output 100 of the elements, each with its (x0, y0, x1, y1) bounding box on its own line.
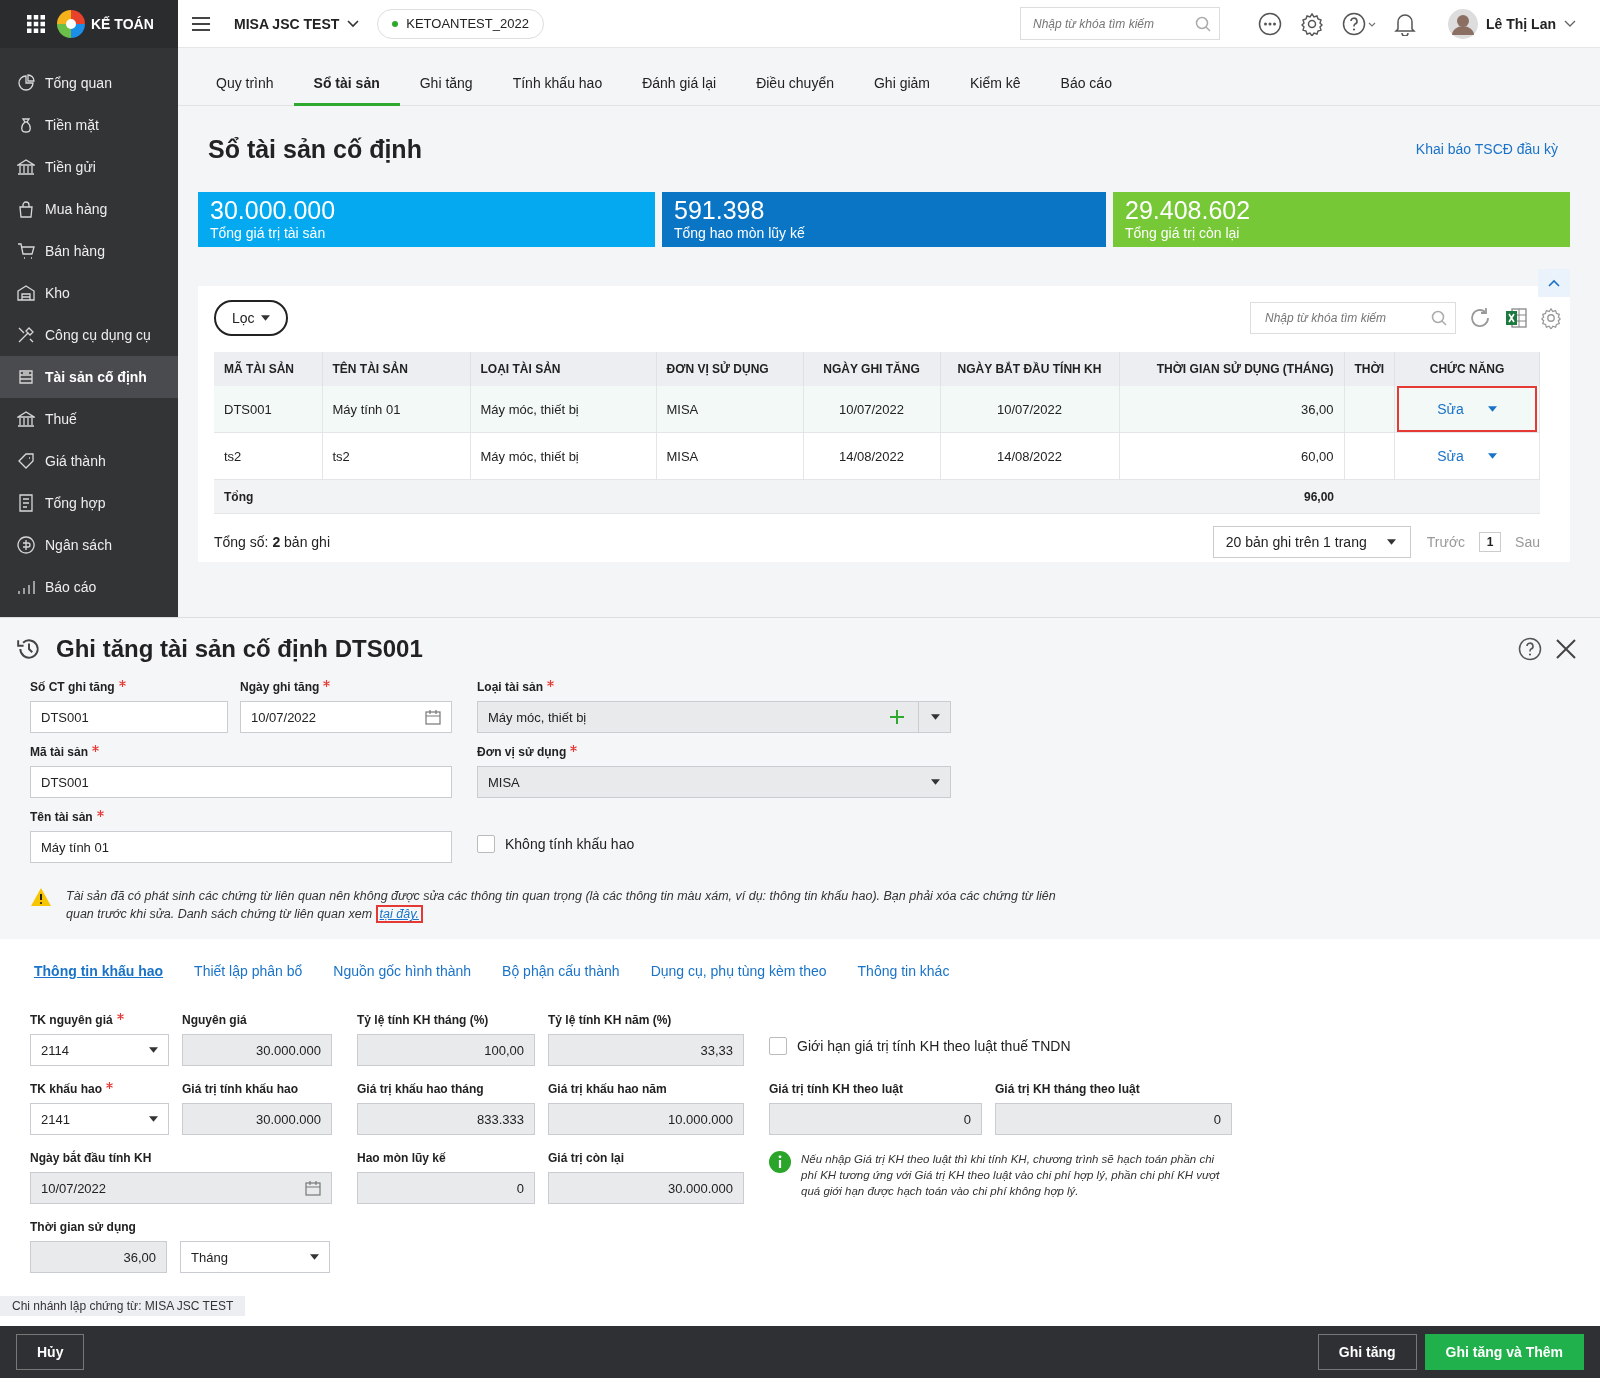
edit-link[interactable]: Sửa (1437, 401, 1464, 417)
caret-icon[interactable] (310, 1254, 319, 1260)
column-header: THỜI (1344, 352, 1395, 386)
caret-icon[interactable] (149, 1047, 158, 1053)
tab[interactable]: Thông tin khấu hao (34, 959, 164, 983)
pie-chart-icon (17, 74, 35, 92)
warning-message: Tài sản đã có phát sinh các chứng từ liên quan nên không được sửa các thông tin quan trọng (là các thông tin màu xám, ví dụ: thông tin khấu hao). Bạn phải xóa các chứng từ liên quan trước khi sửa. Danh sách chứng từ liên quan xem tại đây. (66, 888, 1057, 923)
tab[interactable]: Dụng cụ, phụ tùng kèm theo (650, 959, 827, 983)
filter-button[interactable]: Lọc (214, 300, 288, 336)
sidebar-item[interactable]: Tổng quan (0, 62, 178, 104)
footer-button[interactable]: Hủy (16, 1334, 85, 1370)
sidebar-item[interactable]: Bán hàng (0, 230, 178, 272)
tab[interactable]: Kiểm kê (950, 75, 1041, 106)
search-field[interactable]: Nhập từ khóa tìm kiếm (1250, 302, 1456, 334)
required-mark-icon (106, 1082, 113, 1089)
company-selector[interactable]: MISA JSC TEST (234, 15, 360, 32)
table-cell: ts2 (322, 432, 470, 480)
total-value: 96,00 (322, 479, 1344, 514)
history-icon[interactable] (16, 636, 42, 662)
chevron-down-icon[interactable] (347, 19, 360, 28)
field-label: Giá trị tính KH theo luật (769, 1082, 903, 1096)
close-icon[interactable] (1556, 639, 1576, 659)
sidebar-item[interactable]: Ngân sách (0, 524, 178, 566)
document-icon (17, 494, 35, 512)
cart-icon (17, 242, 35, 260)
calendar-icon[interactable] (425, 709, 441, 725)
spreadsheet-icon[interactable] (1504, 306, 1528, 330)
tab[interactable]: Tính khấu hao (492, 75, 623, 106)
field-label: Thời gian sử dụng (30, 1220, 136, 1234)
tab[interactable]: Nguồn gốc hình thành (333, 959, 472, 983)
tab[interactable]: Bộ phận cấu thành (502, 959, 620, 983)
field-label: Số CT ghi tăng (30, 680, 115, 694)
caret-icon[interactable] (1386, 539, 1396, 545)
help-icon[interactable] (1342, 11, 1376, 36)
record-count: Tổng số: 2 bản ghi (214, 534, 330, 550)
brand-name: KẾ TOÁN (91, 16, 154, 32)
tab[interactable]: Ghi tăng (399, 75, 493, 106)
date-field[interactable]: 10/07/2022 (240, 701, 452, 733)
sidebar-item[interactable]: Tổng hợp (0, 482, 178, 524)
bell-icon[interactable] (1394, 11, 1416, 36)
tab[interactable]: Điều chuyển (736, 75, 854, 106)
tab[interactable]: Ghi giảm (853, 75, 950, 106)
sidebar-item[interactable]: Kho (0, 272, 178, 314)
caret-icon[interactable] (149, 1116, 158, 1122)
dropdown-field[interactable]: 2141 (30, 1103, 169, 1135)
tab[interactable]: Thiết lập phân bổ (194, 959, 303, 983)
tab[interactable]: Sổ tài sản (293, 75, 400, 106)
more-icon[interactable] (1258, 11, 1282, 36)
menu-icon[interactable] (192, 16, 210, 31)
sidebar-item[interactable]: Giá thành (0, 440, 178, 482)
tab[interactable]: Thông tin khác (857, 959, 950, 983)
checkbox-label: Không tính khấu hao (505, 835, 635, 852)
column-header: ĐƠN VỊ SỬ DỤNG (656, 352, 803, 386)
declare-link[interactable]: Khai báo TSCĐ đầu kỳ (1415, 141, 1558, 157)
footer-button[interactable]: Ghi tăng (1317, 1334, 1417, 1370)
sidebar-item[interactable]: Mua hàng (0, 188, 178, 230)
info-note: Nếu nhập Giá trị KH theo luật thì khi tính KH, chương trình sẽ hạch toán phần chi phí KH tương ứng với Giá trị KH theo luật vào chi phí hợp lý, phần chi phí KH vượt quá giới hạn được hạch toán vào chi phí không hợp lý. (801, 1152, 1221, 1199)
dropdown-field[interactable]: 2114 (30, 1034, 169, 1066)
bank-icon (17, 410, 35, 428)
sidebar-item[interactable]: Báo cáo (0, 566, 178, 608)
edit-link[interactable]: Sửa (1437, 448, 1464, 464)
column-header: NGÀY GHI TĂNG (803, 352, 940, 386)
input-field[interactable]: DTS001 (30, 701, 228, 733)
field-label: Giá trị còn lại (548, 1151, 625, 1165)
search-input[interactable]: Nhập từ khóa tìm kiếm (1031, 15, 1195, 32)
sidebar-item[interactable]: Thuế (0, 398, 178, 440)
summary-card: 30.000.000 Tổng giá trị tài sản (198, 192, 655, 247)
search-input[interactable]: Nhập từ khóa tìm kiếm (1263, 310, 1431, 326)
checkbox[interactable] (477, 834, 495, 853)
tab[interactable]: Quy trình (196, 75, 294, 106)
help-icon[interactable] (1518, 637, 1542, 661)
tab[interactable]: Báo cáo (1040, 75, 1132, 106)
warning-icon (30, 887, 52, 907)
user-name[interactable]: Lê Thị Lan (1486, 15, 1556, 32)
sidebar-item[interactable]: Tiền gửi (0, 146, 178, 188)
table-cell: 14/08/2022 (803, 432, 940, 480)
page-size-select[interactable]: 20 bản ghi trên 1 trang (1212, 526, 1411, 558)
checkbox[interactable] (769, 1037, 787, 1055)
required-mark-icon (92, 745, 100, 752)
chevron-down-icon[interactable] (1564, 19, 1576, 28)
table-cell: 36,00 (1119, 386, 1344, 433)
field-label: Mã tài sản (30, 745, 89, 759)
chevron-up-icon[interactable] (1548, 279, 1560, 287)
table-cell: Máy móc, thiết bị (470, 386, 656, 433)
input-field[interactable]: Máy tính 01 (30, 831, 452, 863)
field-label: Hao mòn lũy kế (357, 1151, 446, 1165)
caret-icon[interactable] (260, 315, 270, 321)
field-label: Giá trị khấu hao năm (548, 1082, 667, 1096)
apps-grid-icon[interactable] (27, 15, 45, 33)
search-field[interactable]: Nhập từ khóa tìm kiếm (1020, 7, 1220, 40)
sidebar-item[interactable]: Tài sản cố định (0, 356, 178, 398)
sidebar-item[interactable]: Công cụ dụng cụ (0, 314, 178, 356)
sidebar-item[interactable]: Tiền mặt (0, 104, 178, 146)
avatar[interactable] (1448, 8, 1478, 39)
refresh-icon[interactable] (1468, 306, 1492, 330)
field-label: Đơn vị sử dụng (477, 745, 567, 759)
page-number[interactable]: 1 (1479, 532, 1502, 552)
tab[interactable]: Đánh giá lại (622, 75, 737, 106)
input-field[interactable]: DTS001 (30, 766, 452, 798)
settings-icon[interactable] (1300, 11, 1324, 36)
